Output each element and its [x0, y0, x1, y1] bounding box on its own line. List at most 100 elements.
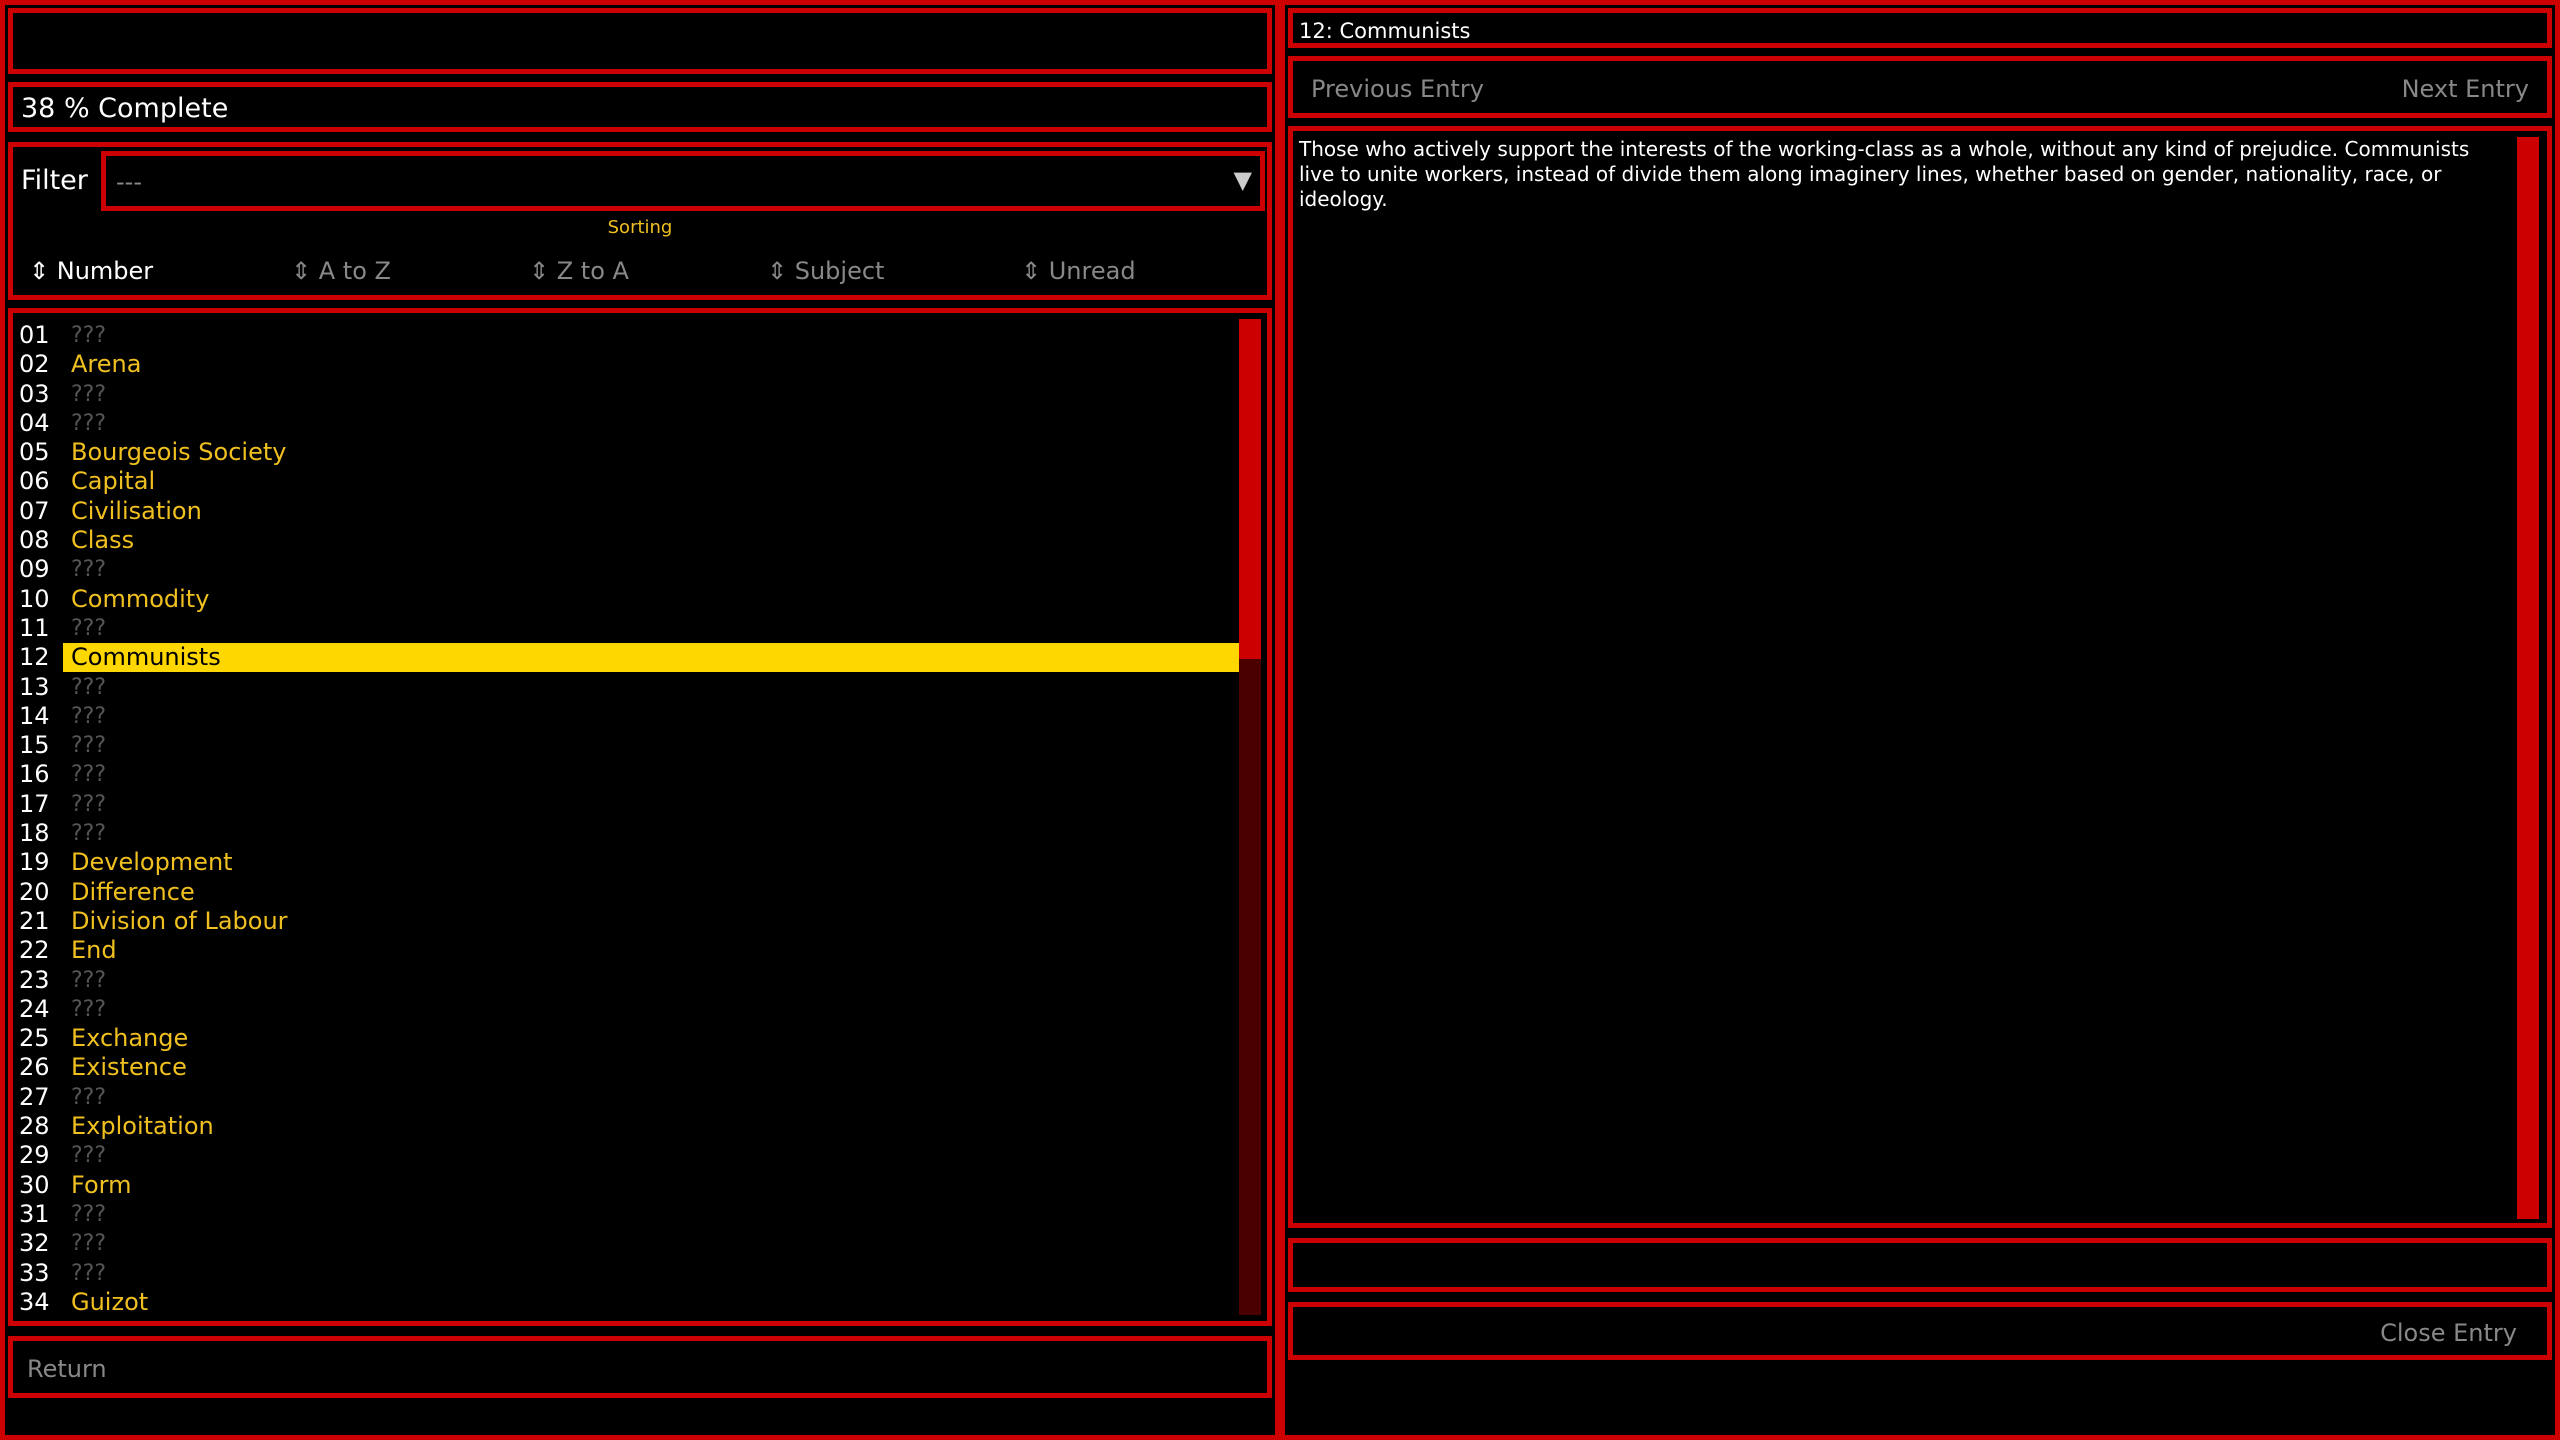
- list-item-name: ???: [63, 1229, 1243, 1258]
- entry-footer-blank-bar: [1288, 1238, 2552, 1292]
- list-item[interactable]: 29???: [13, 1141, 1243, 1170]
- list-item-name: ???: [63, 790, 1243, 819]
- list-item[interactable]: 18???: [13, 819, 1243, 848]
- filter-selected-value: ---: [116, 168, 142, 196]
- list-item[interactable]: 24???: [13, 995, 1243, 1024]
- list-item-name: Guizot: [63, 1288, 1243, 1317]
- list-item-number: 32: [19, 1229, 50, 1258]
- list-item-name: ???: [63, 555, 1243, 584]
- list-item-number: 27: [19, 1083, 50, 1112]
- list-item-name: ???: [63, 731, 1243, 760]
- progress-bar: 38 % Complete: [8, 82, 1272, 132]
- list-item-name: Existence: [63, 1053, 1243, 1082]
- entry-scrollbar[interactable]: [2517, 137, 2539, 1219]
- list-item[interactable]: 28Exploitation: [13, 1112, 1243, 1141]
- list-item-number: 23: [19, 966, 50, 995]
- filter-label: Filter: [21, 165, 88, 196]
- list-item-name: Capital: [63, 467, 1243, 496]
- list-item[interactable]: 26 Existence: [13, 1053, 1243, 1082]
- list-item[interactable]: 19 Development: [13, 848, 1243, 877]
- list-item-number: 05: [19, 438, 50, 467]
- list-item-number: 10: [19, 585, 50, 614]
- list-item[interactable]: 11???: [13, 614, 1243, 643]
- list-item[interactable]: 10Commodity: [13, 585, 1243, 614]
- list-item[interactable]: 31???: [13, 1200, 1243, 1229]
- list-item[interactable]: 08Class: [13, 526, 1243, 555]
- list-item-number: 17: [19, 790, 50, 819]
- list-item-number: 19: [19, 848, 50, 877]
- list-item-name: ???: [63, 673, 1243, 702]
- list-item-name: End: [63, 936, 1243, 965]
- list-item-number: 11: [19, 614, 50, 643]
- list-item-name: ???: [63, 1141, 1243, 1170]
- entry-list-items: 01???02Arena03???04???05Bourgeois Societ…: [13, 321, 1243, 1317]
- return-button[interactable]: Return: [8, 1336, 1272, 1398]
- list-item[interactable]: 30 Form: [13, 1171, 1243, 1200]
- list-item-name: ???: [63, 702, 1243, 731]
- list-item[interactable]: 23???: [13, 966, 1243, 995]
- list-item-name: Division of Labour: [63, 907, 1243, 936]
- list-item-number: 15: [19, 731, 50, 760]
- list-item[interactable]: 17???: [13, 790, 1243, 819]
- list-item-number: 06: [19, 467, 50, 496]
- list-item-name: Bourgeois Society: [63, 438, 1243, 467]
- list-item-number: 12: [19, 643, 50, 672]
- list-item-number: 24: [19, 995, 50, 1024]
- previous-entry-button[interactable]: Previous Entry: [1311, 75, 1484, 103]
- list-item-number: 07: [19, 497, 50, 526]
- list-item[interactable]: 07Civilisation: [13, 497, 1243, 526]
- filter-sort-section: Filter --- ▼ Sorting ⇕ Number ⇕ A to Z ⇕…: [8, 142, 1272, 300]
- sort-z-to-a-button[interactable]: ⇕ Z to A: [529, 257, 629, 285]
- list-item[interactable]: 25Exchange: [13, 1024, 1243, 1053]
- list-item[interactable]: 02Arena: [13, 350, 1243, 379]
- list-item-name: Form: [63, 1171, 1243, 1200]
- return-label: Return: [27, 1355, 107, 1383]
- list-item-name: ???: [63, 966, 1243, 995]
- sort-subject-button[interactable]: ⇕ Subject: [767, 257, 884, 285]
- list-item[interactable]: 09???: [13, 555, 1243, 584]
- list-item[interactable]: 20Difference: [13, 878, 1243, 907]
- list-item-name: Exchange: [63, 1024, 1243, 1053]
- list-item[interactable]: 04???: [13, 409, 1243, 438]
- close-entry-button[interactable]: Close Entry: [2380, 1319, 2517, 1347]
- entry-body-text: Those who actively support the interests…: [1299, 137, 2499, 212]
- filter-dropdown[interactable]: --- ▼: [101, 151, 1265, 211]
- list-item[interactable]: 06 Capital: [13, 467, 1243, 496]
- list-item-name: ???: [63, 760, 1243, 789]
- list-item[interactable]: 27???: [13, 1083, 1243, 1112]
- list-item[interactable]: 01???: [13, 321, 1243, 350]
- next-entry-button[interactable]: Next Entry: [2402, 75, 2529, 103]
- sort-unread-button[interactable]: ⇕ Unread: [1021, 257, 1136, 285]
- list-item-name: Development: [63, 848, 1243, 877]
- list-item-number: 21: [19, 907, 50, 936]
- list-item-name: ???: [63, 1200, 1243, 1229]
- list-item-number: 13: [19, 673, 50, 702]
- list-item[interactable]: 32???: [13, 1229, 1243, 1258]
- list-item[interactable]: 14???: [13, 702, 1243, 731]
- list-item[interactable]: 15???: [13, 731, 1243, 760]
- list-item[interactable]: 03???: [13, 380, 1243, 409]
- list-item[interactable]: 12Communists: [13, 643, 1243, 672]
- list-item[interactable]: 13???: [13, 673, 1243, 702]
- list-item-name: Arena: [63, 350, 1243, 379]
- list-item[interactable]: 21 Division of Labour: [13, 907, 1243, 936]
- list-item[interactable]: 05 Bourgeois Society: [13, 438, 1243, 467]
- list-item[interactable]: 16???: [13, 760, 1243, 789]
- list-scrollbar-thumb[interactable]: [1239, 319, 1261, 659]
- list-item-name: ???: [63, 819, 1243, 848]
- list-item-number: 14: [19, 702, 50, 731]
- list-item-number: 30: [19, 1171, 50, 1200]
- list-item[interactable]: 34 Guizot: [13, 1288, 1243, 1317]
- list-item-number: 28: [19, 1112, 50, 1141]
- list-item-number: 26: [19, 1053, 50, 1082]
- list-item-number: 01: [19, 321, 50, 350]
- list-item-number: 34: [19, 1288, 50, 1317]
- list-item[interactable]: 22End: [13, 936, 1243, 965]
- list-item[interactable]: 33???: [13, 1259, 1243, 1288]
- list-item-name: ???: [63, 614, 1243, 643]
- list-item-name: Class: [63, 526, 1243, 555]
- list-item-name: ???: [63, 409, 1243, 438]
- sort-a-to-z-button[interactable]: ⇕ A to Z: [291, 257, 391, 285]
- sort-number-button[interactable]: ⇕ Number: [29, 257, 153, 285]
- list-scrollbar[interactable]: [1239, 319, 1261, 1315]
